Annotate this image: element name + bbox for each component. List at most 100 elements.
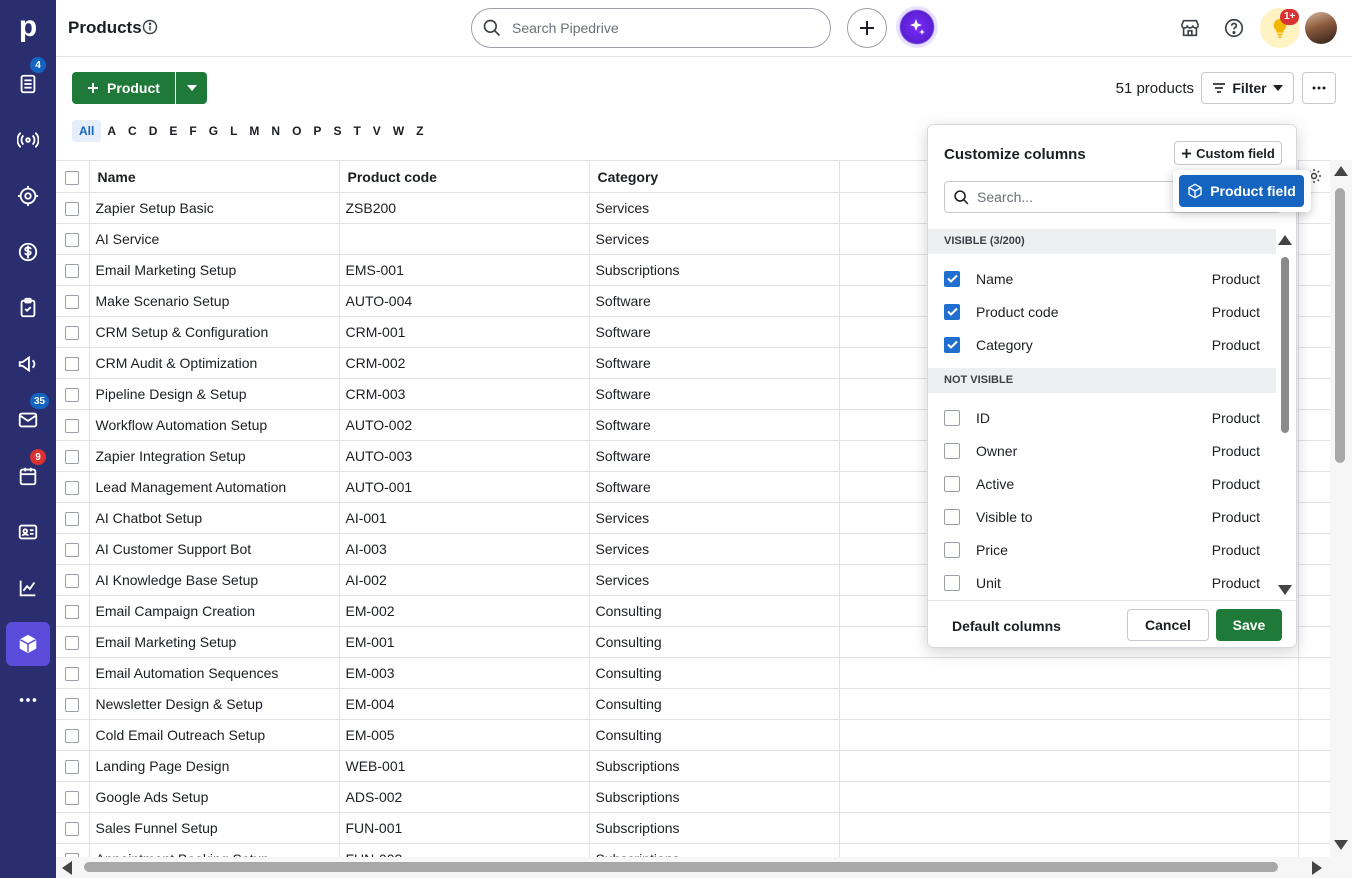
cell-category[interactable]: Software xyxy=(589,378,840,410)
cell-category[interactable]: Consulting xyxy=(589,657,840,689)
save-button[interactable]: Save xyxy=(1216,609,1282,641)
scroll-left-arrow-icon[interactable] xyxy=(62,861,72,875)
column-header-category[interactable]: Category xyxy=(589,160,840,193)
cell-product-code[interactable]: ADS-002 xyxy=(339,781,590,813)
column-header-product-code[interactable]: Product code xyxy=(339,160,590,193)
default-columns-link[interactable]: Default columns xyxy=(952,618,1061,634)
cell-category[interactable]: Software xyxy=(589,440,840,472)
row-checkbox[interactable] xyxy=(65,574,80,589)
row-checkbox[interactable] xyxy=(65,233,80,248)
alphabet-letter[interactable]: W xyxy=(387,120,410,142)
column-checkbox-checked[interactable] xyxy=(944,336,960,353)
cell-category[interactable]: Subscriptions xyxy=(589,254,840,286)
nav-deals-target-icon[interactable] xyxy=(8,176,48,216)
nav-contacts-card-icon[interactable] xyxy=(8,512,48,552)
alphabet-letter[interactable]: C xyxy=(122,120,143,142)
scroll-up-arrow-icon[interactable] xyxy=(1334,166,1348,176)
column-option-row[interactable]: Unit Product xyxy=(944,566,1260,599)
row-checkbox[interactable] xyxy=(65,481,80,496)
cell-product-code[interactable]: EM-004 xyxy=(339,688,590,720)
alphabet-letter[interactable]: G xyxy=(203,120,224,142)
cell-name[interactable]: AI Service xyxy=(89,223,340,255)
panel-scrollbar[interactable] xyxy=(1278,233,1296,599)
cell-category[interactable]: Software xyxy=(589,471,840,503)
scroll-thumb[interactable] xyxy=(84,862,1278,872)
column-option-row[interactable]: Name Product xyxy=(944,262,1260,295)
scroll-down-arrow-icon[interactable] xyxy=(1278,585,1292,595)
table-row[interactable]: Appointment Booking SetupFUN-002Subscrip… xyxy=(56,843,1330,857)
column-header-name[interactable]: Name xyxy=(89,160,340,193)
cell-category[interactable]: Consulting xyxy=(589,595,840,627)
alphabet-letter[interactable]: S xyxy=(327,120,347,142)
cell-name[interactable]: Landing Page Design xyxy=(89,750,340,782)
alphabet-letter[interactable]: V xyxy=(367,120,387,142)
cell-product-code[interactable]: CRM-001 xyxy=(339,316,590,348)
cell-name[interactable]: Email Marketing Setup xyxy=(89,626,340,658)
cell-category[interactable]: Services xyxy=(589,564,840,596)
nav-campaigns-megaphone-icon[interactable] xyxy=(8,344,48,384)
column-option-row[interactable]: Product code Product xyxy=(944,295,1260,328)
cell-category[interactable]: Consulting xyxy=(589,626,840,658)
cell-product-code[interactable]: AUTO-002 xyxy=(339,409,590,441)
table-row[interactable]: Sales Funnel Setup FUN-001 Subscriptions xyxy=(56,812,1330,844)
product-field-button[interactable]: Product field xyxy=(1179,175,1304,207)
ai-assistant-button[interactable] xyxy=(896,6,938,48)
alphabet-letter[interactable]: L xyxy=(224,120,243,142)
global-search[interactable] xyxy=(471,8,831,48)
nav-more-icon[interactable] xyxy=(8,680,48,720)
cell-name[interactable]: Pipeline Design & Setup xyxy=(89,378,340,410)
table-row[interactable]: Google Ads Setup ADS-002 Subscriptions xyxy=(56,781,1330,813)
table-row[interactable]: Email Automation Sequences EM-003 Consulti… xyxy=(56,657,1330,689)
row-checkbox[interactable] xyxy=(65,295,80,310)
cell-product-code[interactable]: EM-003 xyxy=(339,657,590,689)
cell-name[interactable]: Email Marketing Setup xyxy=(89,254,340,286)
column-option-row[interactable]: Visible to Product xyxy=(944,500,1260,533)
alphabet-letter[interactable]: A xyxy=(101,120,122,142)
cell-category[interactable]: Consulting xyxy=(589,688,840,720)
user-avatar[interactable] xyxy=(1305,12,1337,44)
filter-button[interactable]: Filter xyxy=(1201,72,1294,104)
search-input[interactable] xyxy=(512,18,812,38)
cell-name[interactable]: Appointment Booking Setup xyxy=(89,843,340,857)
column-option-row[interactable]: ID Product xyxy=(944,401,1260,434)
alphabet-letter[interactable]: N xyxy=(265,120,286,142)
cell-product-code[interactable] xyxy=(339,223,590,255)
cell-name[interactable]: CRM Setup & Configuration xyxy=(89,316,340,348)
cell-name[interactable]: AI Customer Support Bot xyxy=(89,533,340,565)
cell-name[interactable]: Make Scenario Setup xyxy=(89,285,340,317)
cell-product-code[interactable]: WEB-001 xyxy=(339,750,590,782)
cell-category[interactable]: Services xyxy=(589,533,840,565)
row-checkbox[interactable] xyxy=(65,605,80,620)
select-all-checkbox[interactable] xyxy=(65,170,80,185)
alphabet-letter[interactable]: P xyxy=(307,120,327,142)
row-checkbox[interactable] xyxy=(65,512,80,527)
cell-category[interactable]: Software xyxy=(589,347,840,379)
cell-name[interactable]: Newsletter Design & Setup xyxy=(89,688,340,720)
row-checkbox[interactable] xyxy=(65,264,80,279)
cell-category[interactable]: Services xyxy=(589,502,840,534)
cell-product-code[interactable]: AI-002 xyxy=(339,564,590,596)
cell-category[interactable]: Services xyxy=(589,223,840,255)
cell-name[interactable]: AI Chatbot Setup xyxy=(89,502,340,534)
cell-category[interactable]: Software xyxy=(589,285,840,317)
column-checkbox-checked[interactable] xyxy=(944,303,960,320)
table-vertical-scrollbar[interactable] xyxy=(1330,160,1352,857)
column-option-row[interactable]: Price Product xyxy=(944,533,1260,566)
quick-add-button[interactable] xyxy=(847,8,887,48)
alphabet-letter[interactable]: T xyxy=(347,120,366,142)
cell-name[interactable]: Email Automation Sequences xyxy=(89,657,340,689)
scroll-thumb[interactable] xyxy=(1335,188,1345,463)
cell-name[interactable]: CRM Audit & Optimization xyxy=(89,347,340,379)
alphabet-letter[interactable]: All xyxy=(72,120,102,142)
cell-category[interactable]: Subscriptions xyxy=(589,750,840,782)
nav-campaigns-broadcast-icon[interactable] xyxy=(8,120,48,160)
column-option-row[interactable]: Owner Product xyxy=(944,434,1260,467)
cell-name[interactable]: Workflow Automation Setup xyxy=(89,409,340,441)
nav-tasks-clipboard-icon[interactable] xyxy=(8,288,48,328)
cell-product-code[interactable]: CRM-003 xyxy=(339,378,590,410)
scroll-down-arrow-icon[interactable] xyxy=(1334,840,1348,850)
cell-name[interactable]: AI Knowledge Base Setup xyxy=(89,564,340,596)
column-option-row[interactable]: Active Product xyxy=(944,467,1260,500)
scroll-up-arrow-icon[interactable] xyxy=(1278,235,1292,245)
info-icon[interactable] xyxy=(142,19,158,35)
